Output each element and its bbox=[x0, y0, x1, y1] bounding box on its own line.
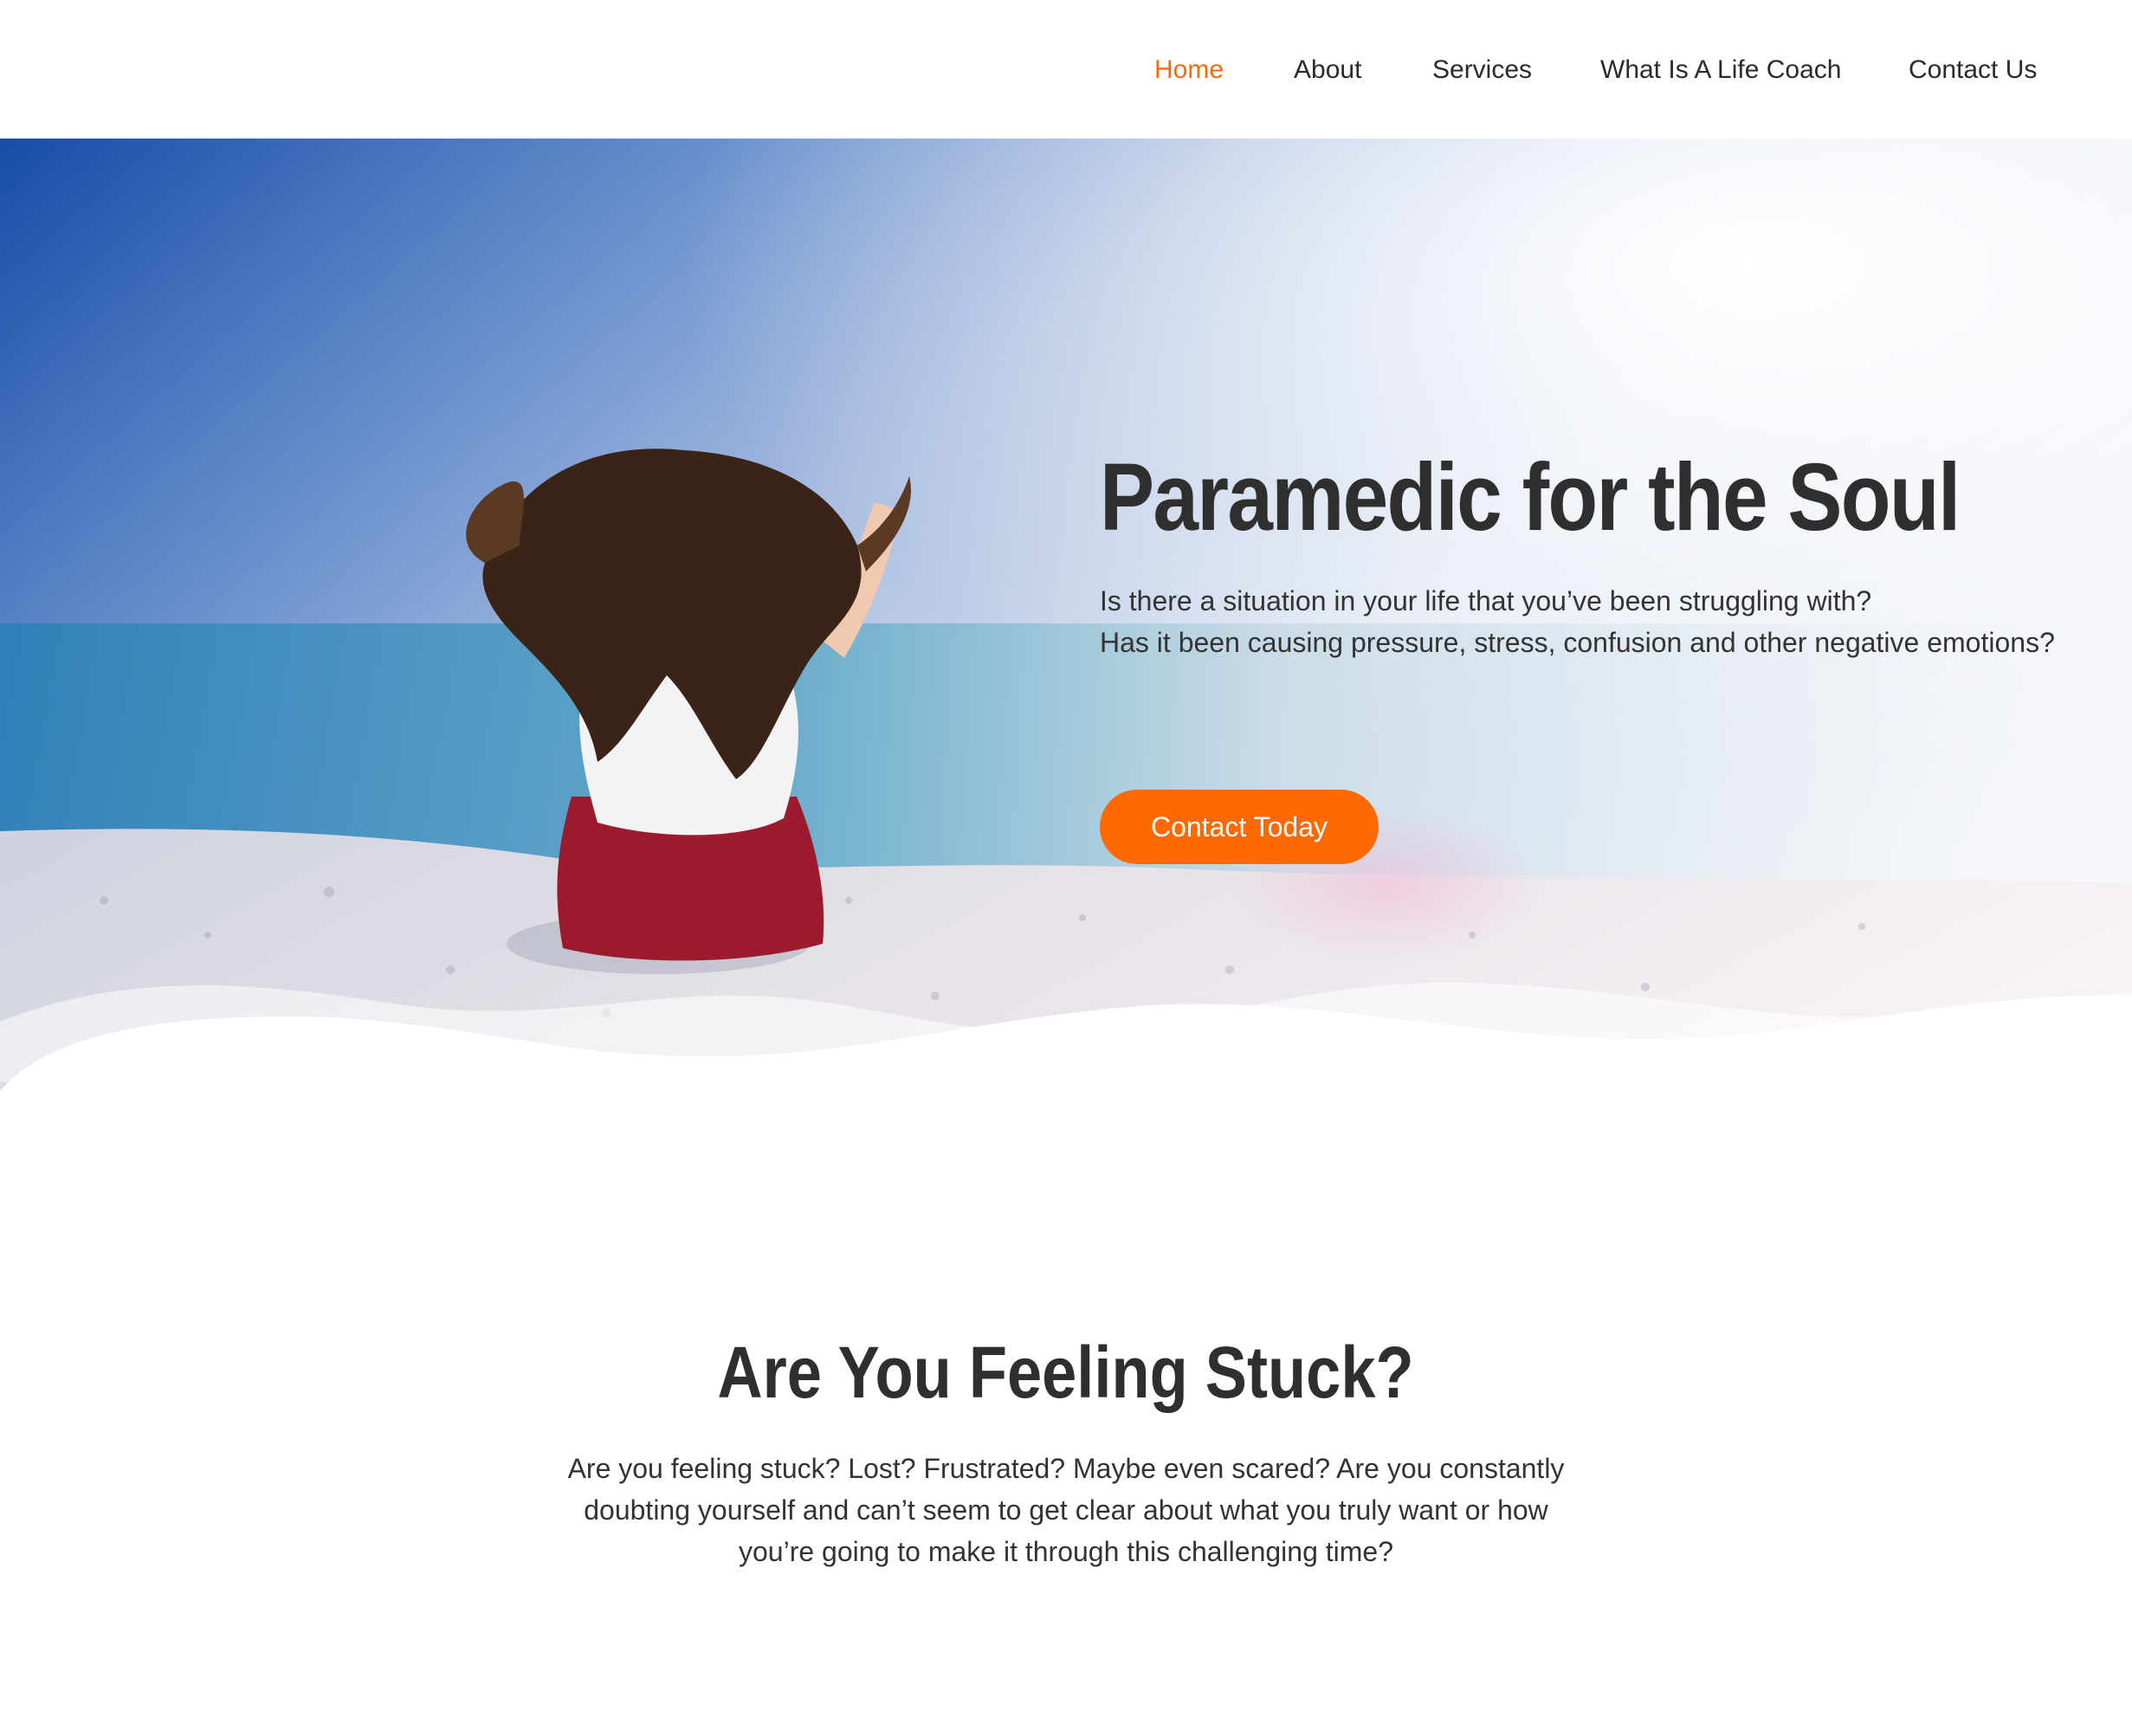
hero-subtitle-line: Has it been causing pressure, stress, co… bbox=[1100, 627, 2055, 658]
section-title-text: Are You Feeling Stuck? bbox=[717, 1332, 1415, 1413]
section-body-line: you’re going to make it through this cha… bbox=[739, 1536, 1393, 1567]
hero-section: Paramedic for the Soul Is there a situat… bbox=[0, 139, 2132, 1178]
nav-home-link[interactable]: Home bbox=[1154, 50, 1224, 90]
nav-services-link[interactable]: Services bbox=[1432, 50, 1532, 90]
hero-subtitle-line: Is there a situation in your life that y… bbox=[1100, 585, 1872, 616]
section-body-line: doubting yourself and can’t seem to get … bbox=[584, 1494, 1548, 1526]
hero-title: Paramedic for the Soul bbox=[1100, 444, 1961, 551]
main-nav: Home About Services What Is A Life Coach… bbox=[1127, 0, 2132, 139]
section-title: Are You Feeling Stuck? bbox=[0, 1325, 2132, 1420]
hero-subtitle: Is there a situation in your life that y… bbox=[1100, 580, 2122, 663]
nav-contact-link[interactable]: Contact Us bbox=[1909, 50, 2037, 90]
nav-about-link[interactable]: About bbox=[1294, 50, 1361, 90]
site-header: Home About Services What Is A Life Coach… bbox=[0, 0, 2132, 139]
section-body-line: Are you feeling stuck? Lost? Frustrated?… bbox=[567, 1453, 1565, 1484]
contact-today-button[interactable]: Contact Today bbox=[1100, 790, 1379, 864]
section-body: Are you feeling stuck? Lost? Frustrated?… bbox=[563, 1448, 1569, 1572]
nav-life-coach-link[interactable]: What Is A Life Coach bbox=[1600, 50, 1841, 90]
